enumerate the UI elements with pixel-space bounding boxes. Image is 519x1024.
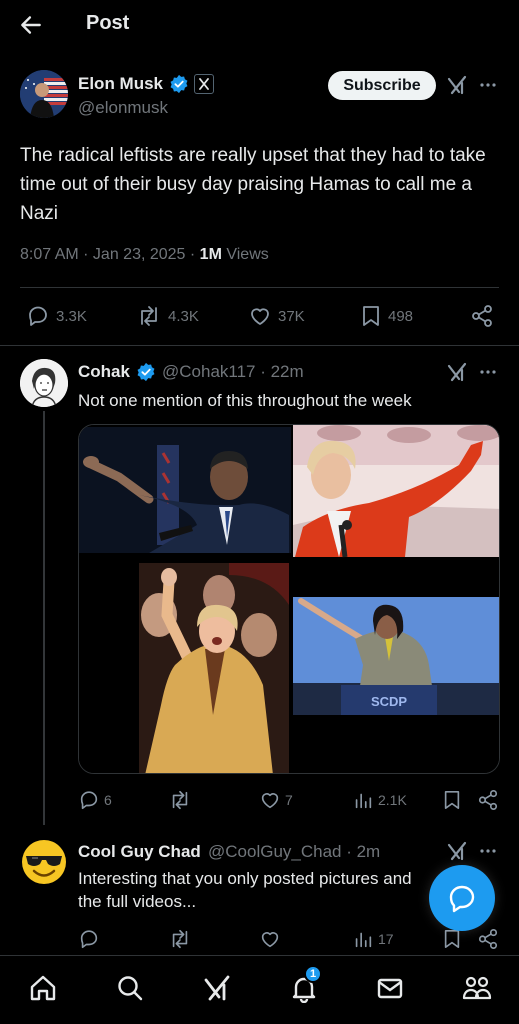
- share-icon: [472, 305, 492, 327]
- grok-icon[interactable]: [446, 361, 468, 383]
- reply-author-name[interactable]: Cohak: [78, 362, 130, 382]
- post-author-handle[interactable]: @elonmusk: [78, 98, 168, 118]
- header-bar: Post: [0, 0, 519, 52]
- reply-text-line-2: the full videos...: [78, 892, 197, 911]
- reply-action-share[interactable]: [477, 789, 499, 811]
- like-count: 37K: [278, 307, 305, 325]
- reply-author-name[interactable]: Cool Guy Chad: [78, 842, 201, 862]
- reply-action-reply[interactable]: [78, 928, 100, 950]
- nav-communities[interactable]: [461, 973, 493, 1003]
- views-label: Views: [221, 246, 269, 263]
- author-avatar[interactable]: [20, 70, 68, 118]
- thread-line: [43, 411, 45, 825]
- share-button[interactable]: [470, 304, 494, 328]
- reply-text: Not one mention of this throughout the w…: [78, 391, 412, 410]
- share-icon: [478, 790, 498, 810]
- reply-button[interactable]: 3.3K: [26, 304, 87, 328]
- reply-avatar[interactable]: [20, 838, 68, 886]
- reply-text-line-1: Interesting that you only posted picture…: [78, 869, 412, 888]
- notification-count: 1: [309, 968, 317, 980]
- post-text: The radical leftists are really upset th…: [20, 145, 486, 224]
- reply-action-share[interactable]: [477, 928, 499, 950]
- post-timestamp: 8:07 AM · Jan 23, 2025 ·: [20, 246, 200, 263]
- reply-action-reply[interactable]: 6: [78, 789, 112, 811]
- post-author-name[interactable]: Elon Musk: [78, 74, 163, 94]
- nav-grok[interactable]: [202, 973, 232, 1003]
- reply-image[interactable]: SCDP: [78, 424, 500, 774]
- reply-action-like[interactable]: 7: [259, 789, 293, 811]
- nav-home[interactable]: [28, 973, 58, 1003]
- repost-icon: [141, 306, 157, 326]
- reply-count: 6: [104, 792, 112, 808]
- home-icon: [30, 975, 56, 1001]
- mail-icon: [377, 978, 403, 999]
- reply-action-views[interactable]: 2.1K: [352, 789, 407, 811]
- more-options-icon[interactable]: [478, 76, 498, 94]
- x-affiliation-icon: [194, 74, 214, 94]
- reply-action-views[interactable]: 17: [352, 928, 394, 950]
- like-button[interactable]: 37K: [248, 304, 305, 328]
- back-button[interactable]: [18, 12, 46, 38]
- page-title: Post: [86, 12, 130, 34]
- like-count: 7: [285, 792, 293, 808]
- subscribe-button[interactable]: Subscribe: [328, 71, 436, 100]
- communities-icon: [462, 976, 492, 1000]
- bookmark-icon: [444, 930, 460, 949]
- grok-icon[interactable]: [446, 74, 468, 96]
- repost-icon: [172, 790, 188, 810]
- reply-action-bookmark[interactable]: [442, 928, 462, 950]
- reply-icon: [80, 791, 98, 810]
- reply-icon: [80, 930, 98, 949]
- divider: [20, 287, 499, 288]
- reply-author-handle[interactable]: @Cohak117 · 22m: [162, 362, 304, 382]
- bottom-nav: 1: [0, 955, 519, 1024]
- subscribe-label: Subscribe: [343, 77, 421, 94]
- more-options-icon[interactable]: [478, 842, 498, 860]
- views-count: 2.1K: [378, 792, 407, 808]
- bookmark-icon: [444, 791, 460, 810]
- podium-sign-text: SCDP: [371, 694, 407, 709]
- chat-bubble-icon: [449, 885, 475, 913]
- nav-search[interactable]: [115, 973, 145, 1003]
- reply-action-repost[interactable]: [168, 928, 192, 950]
- reply-author-handle[interactable]: @CoolGuy_Chad · 2m: [208, 842, 380, 862]
- nav-notifications[interactable]: 1: [289, 965, 322, 1003]
- search-icon: [118, 976, 143, 1001]
- verified-badge-icon: [169, 74, 189, 94]
- heart-icon: [261, 932, 279, 948]
- reply-count: 3.3K: [56, 307, 87, 325]
- views-count: 17: [378, 931, 394, 947]
- bookmark-button[interactable]: 498: [360, 304, 413, 328]
- grok-icon: [204, 975, 230, 1001]
- arrow-left-icon: [21, 16, 41, 34]
- repost-icon: [172, 929, 188, 949]
- heart-icon: [261, 793, 279, 809]
- compose-reply-fab[interactable]: [429, 865, 495, 931]
- bookmark-icon: [363, 306, 379, 326]
- repost-button[interactable]: 4.3K: [136, 304, 199, 328]
- analytics-icon: [355, 932, 372, 948]
- notification-badge: 1: [304, 965, 322, 983]
- post-meta: 8:07 AM · Jan 23, 2025 · 1M Views: [20, 246, 269, 264]
- divider: [0, 345, 519, 346]
- reply-action-bookmark[interactable]: [442, 789, 462, 811]
- heart-icon: [251, 308, 269, 325]
- more-options-icon[interactable]: [478, 363, 498, 381]
- reply-icon: [29, 306, 47, 326]
- reply-action-repost[interactable]: [168, 789, 192, 811]
- share-icon: [478, 929, 498, 949]
- reply-action-like[interactable]: [259, 928, 281, 950]
- nav-messages[interactable]: [375, 973, 405, 1003]
- analytics-icon: [355, 793, 372, 809]
- bookmark-count: 498: [388, 307, 414, 325]
- grok-icon[interactable]: [446, 840, 468, 862]
- reply-avatar[interactable]: [20, 359, 68, 407]
- verified-badge-icon: [136, 362, 156, 382]
- views-count: 1M: [199, 246, 222, 263]
- repost-count: 4.3K: [168, 307, 199, 325]
